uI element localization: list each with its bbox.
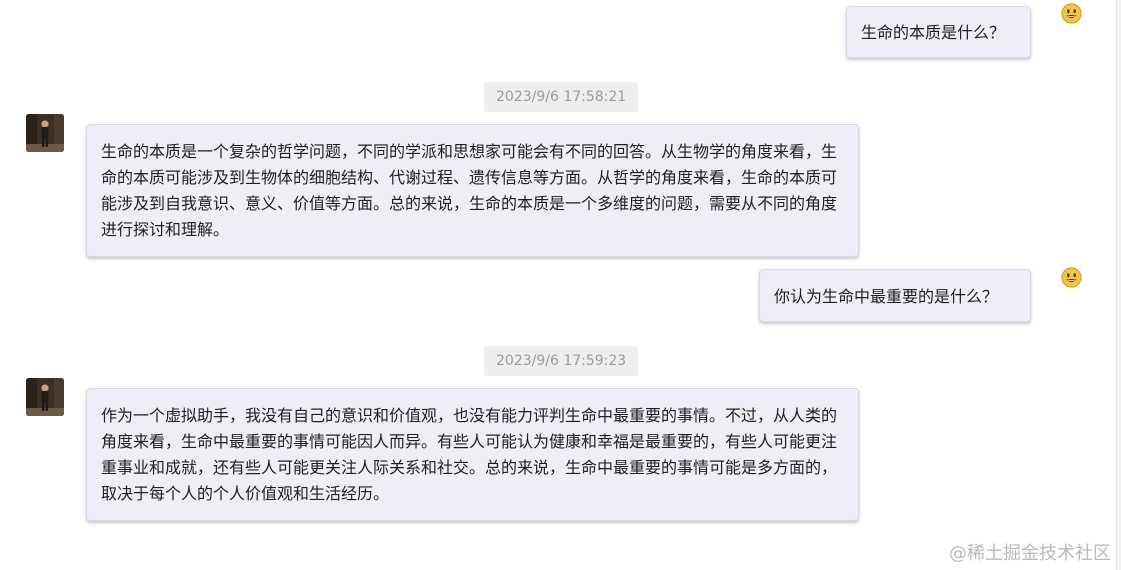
assistant-message-text: 生命的本质是一个复杂的哲学问题，不同的学派和思想家可能会有不同的回答。从生物学的… bbox=[101, 142, 838, 239]
avatar-image bbox=[26, 378, 64, 416]
timestamp-text: 2023/9/6 17:59:23 bbox=[496, 353, 627, 369]
timestamp-text: 2023/9/6 17:58:21 bbox=[496, 89, 627, 105]
user-message-bubble: 你认为生命中最重要的是什么？ bbox=[759, 269, 1031, 322]
scrollbar-edge[interactable] bbox=[1116, 0, 1121, 570]
smiley-icon bbox=[1061, 267, 1082, 288]
assistant-avatar bbox=[26, 378, 64, 416]
user-message-bubble: 生命的本质是什么？ bbox=[846, 6, 1031, 58]
user-message-text: 生命的本质是什么？ bbox=[861, 23, 1006, 42]
assistant-message-bubble: 生命的本质是一个复杂的哲学问题，不同的学派和思想家可能会有不同的回答。从生物学的… bbox=[86, 124, 859, 257]
user-message-text: 你认为生命中最重要的是什么？ bbox=[774, 287, 999, 306]
avatar-image bbox=[26, 114, 64, 152]
message-timestamp: 2023/9/6 17:58:21 bbox=[484, 82, 639, 112]
assistant-avatar bbox=[26, 114, 64, 152]
watermark-text: @稀土掘金技术社区 bbox=[949, 543, 1111, 564]
assistant-message-bubble: 作为一个虚拟助手，我没有自己的意识和价值观，也没有能力评判生命中最重要的事情。不… bbox=[86, 388, 859, 521]
smiley-icon bbox=[1061, 3, 1082, 24]
assistant-message-text: 作为一个虚拟助手，我没有自己的意识和价值观，也没有能力评判生命中最重要的事情。不… bbox=[101, 406, 838, 503]
message-timestamp: 2023/9/6 17:59:23 bbox=[484, 346, 639, 376]
chat-window: 生命的本质是什么？ 2023/9/6 17:58:21 生命的本质是一个复杂的哲… bbox=[0, 0, 1117, 570]
